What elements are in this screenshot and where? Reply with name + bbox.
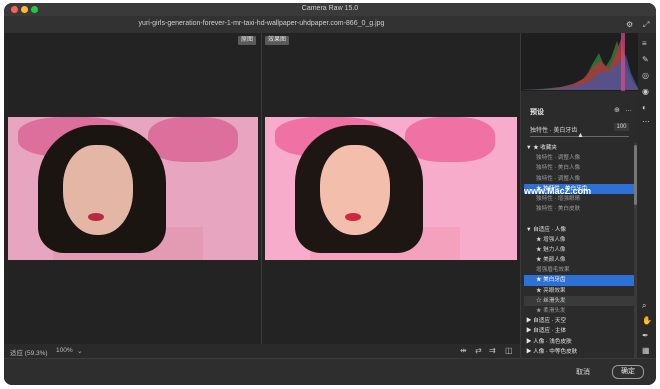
compare-split-icon[interactable]: ⇹: [460, 346, 467, 355]
preset-group[interactable]: ▶ 自适应 · 主体: [524, 326, 634, 336]
face-shape: [63, 145, 133, 235]
scrollbar-thumb[interactable]: [634, 145, 637, 205]
zoom-fit-label[interactable]: 适应 (59.3%): [10, 347, 48, 357]
redeye-icon[interactable]: ◉: [642, 87, 649, 96]
arm-shape: [148, 117, 238, 162]
title-bar: Camera Raw 15.0: [4, 3, 656, 16]
preset-item[interactable]: ★ 增强人像: [524, 235, 634, 245]
copy-settings-icon[interactable]: ⇉: [489, 346, 496, 355]
preset-item[interactable]: 独特性 · 美白皮肤: [524, 204, 634, 214]
zoom-select[interactable]: 100%: [56, 347, 73, 354]
preset-item[interactable]: 独特性 · 调整人像: [524, 153, 634, 163]
amount-slider-thumb[interactable]: ▲: [577, 132, 584, 139]
preset-item[interactable]: ★ 亮眼效果: [524, 286, 634, 296]
view-controls-bar: 适应 (59.3%) 100% ⌄ ⇹ ⇄ ⇉ ◫: [4, 344, 520, 358]
preset-group[interactable]: ▶ 人像 · 中等色皮肤: [524, 347, 634, 357]
preset-item[interactable]: ★ 美颜人像: [524, 255, 634, 265]
preset-group[interactable]: ▼ 自适应 · 人像: [524, 225, 634, 235]
expand-icon[interactable]: ⤢: [643, 20, 649, 30]
preset-item[interactable]: ★ 美白牙齿: [524, 275, 634, 286]
after-label: 效果图: [265, 36, 290, 45]
edit-icon[interactable]: ≡: [642, 39, 647, 48]
before-photo: [8, 117, 258, 260]
before-label: 原图: [238, 36, 257, 45]
window-title: Camera Raw 15.0: [301, 5, 359, 12]
preset-item[interactable]: 独特性 · 调整人像: [524, 174, 634, 184]
presets-title: 预设: [530, 109, 544, 116]
file-name: yuri-girls-generation-forever-1-mr-taxi-…: [138, 20, 385, 27]
watermark-text: www.MacZ.com: [524, 186, 592, 196]
ok-button[interactable]: 确定: [612, 365, 644, 379]
image-canvas: 原图 效果图: [4, 33, 520, 344]
preset-list-scrollbar[interactable]: [634, 143, 637, 358]
more-icon[interactable]: …: [625, 106, 632, 113]
gear-icon[interactable]: ⚙: [626, 20, 633, 29]
split-divider: [261, 33, 262, 344]
before-after-toggle-icon[interactable]: ◫: [505, 346, 513, 355]
preset-amount-field[interactable]: 100: [614, 123, 629, 131]
preset-group[interactable]: ▶ 人像 · 浅色皮肤: [524, 337, 634, 347]
lips-shape: [88, 213, 104, 221]
preset-list: ▼ ★ 收藏夹 独特性 · 调整人像 独特性 · 美白人像 独特性 · 调整人像 ★ 独…: [524, 143, 634, 357]
face-shape: [320, 145, 390, 235]
preset-group[interactable]: ▶ 自适应 · 天空: [524, 316, 634, 326]
cancel-button[interactable]: 取消: [576, 367, 590, 377]
tool-strip: ≡ ✎ ◎ ◉ ◐ ⋯ ⌕ ✋ ✒ ▦: [638, 33, 656, 358]
more-tools-icon[interactable]: ⋯: [642, 117, 650, 126]
lips-shape: [345, 213, 361, 221]
healing-icon[interactable]: ◎: [642, 71, 649, 80]
preset-item[interactable]: 增强眉毛效果: [524, 265, 634, 275]
dialog-footer: 取消 确定: [4, 358, 656, 385]
histogram-graph: [521, 33, 639, 91]
hand-icon[interactable]: ✋: [642, 316, 652, 325]
add-preset-icon[interactable]: ⊕: [614, 106, 620, 114]
after-photo: [265, 117, 517, 260]
brush-icon[interactable]: ✎: [642, 55, 649, 64]
current-preset-name: 独特性 · 美白牙齿: [530, 128, 578, 134]
arm-shape: [405, 117, 495, 162]
file-bar: yuri-girls-generation-forever-1-mr-taxi-…: [4, 16, 656, 33]
sampler-icon[interactable]: ✒: [642, 331, 649, 340]
grid-icon[interactable]: ▦: [642, 346, 650, 355]
preset-item[interactable]: 独特性 · 美白人像: [524, 163, 634, 173]
preset-item[interactable]: ★ 魅力人像: [524, 245, 634, 255]
preset-group[interactable]: ▼ ★ 收藏夹: [524, 143, 634, 153]
chevron-down-icon[interactable]: ⌄: [77, 347, 82, 355]
preset-item[interactable]: ☆ 丝滑头发: [524, 295, 634, 306]
preset-item[interactable]: [524, 214, 634, 224]
swap-icon[interactable]: ⇄: [475, 346, 482, 355]
zoom-icon[interactable]: ⌕: [642, 301, 646, 311]
histogram: [521, 33, 639, 91]
preset-item[interactable]: ★ 柔滑头发: [524, 306, 634, 316]
presets-icon[interactable]: ◐: [642, 103, 647, 112]
